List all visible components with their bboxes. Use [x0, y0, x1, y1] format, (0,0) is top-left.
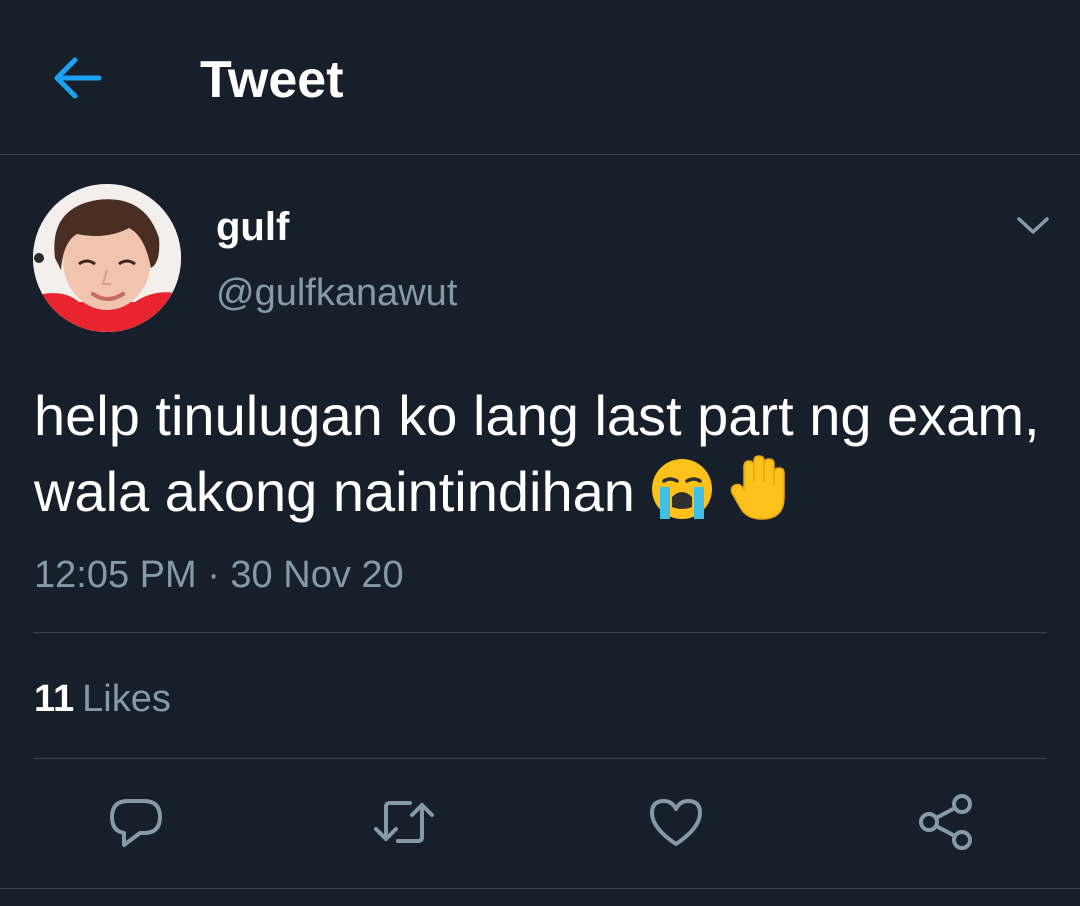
top-app-bar: Tweet [0, 0, 1080, 155]
author-display-name[interactable]: gulf [216, 204, 289, 250]
likes-row[interactable]: 11 Likes [34, 676, 171, 722]
chevron-down-icon [1017, 217, 1049, 234]
reply-button[interactable] [104, 792, 168, 852]
retweet-icon [374, 801, 434, 843]
divider [33, 758, 1047, 759]
back-button[interactable] [44, 50, 110, 106]
more-options-button[interactable] [1008, 204, 1058, 248]
page-title: Tweet [200, 51, 344, 109]
avatar[interactable] [33, 184, 181, 332]
author-handle[interactable]: @gulfkanawut [216, 270, 457, 316]
share-button[interactable] [914, 792, 978, 852]
like-button[interactable] [644, 792, 708, 852]
tweet-text-content: help tinulugan ko lang last part ng exam… [34, 384, 1040, 523]
tweet-detail-screen: Tweet gulf @gulfkanawut help tinulugan k… [0, 0, 1080, 906]
divider [33, 632, 1047, 633]
likes-count: 11 [34, 678, 75, 720]
share-icon [919, 794, 972, 850]
heart-icon [650, 799, 702, 846]
reply-icon [110, 799, 162, 847]
profile-photo [33, 184, 181, 332]
raised-hand-emoji [730, 455, 790, 540]
tweet-timestamp[interactable]: 12:05 PM · 30 Nov 20 [34, 552, 404, 598]
arrow-left-icon [54, 57, 102, 99]
likes-label[interactable]: Likes [82, 678, 171, 720]
loudly-crying-face-emoji [650, 457, 714, 540]
tweet-text: help tinulugan ko lang last part ng exam… [34, 378, 1054, 540]
divider [0, 888, 1080, 889]
retweet-button[interactable] [372, 792, 436, 852]
